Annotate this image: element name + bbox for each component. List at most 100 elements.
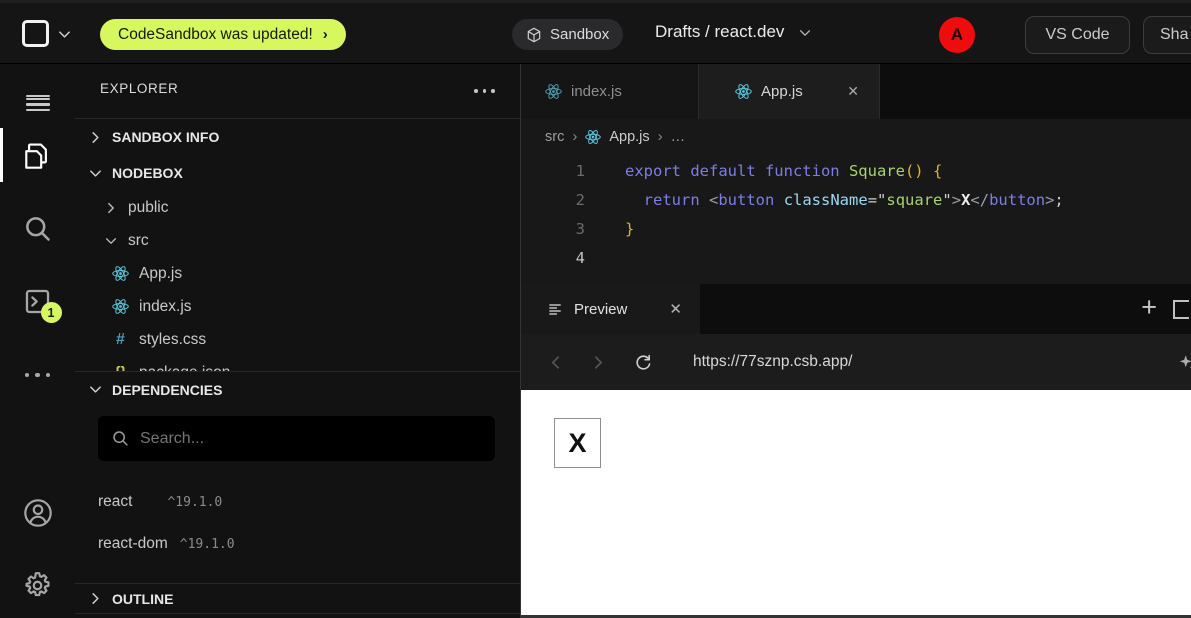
menu-icon[interactable] [23, 81, 53, 111]
tree-item-indexjs[interactable]: index.js [75, 290, 520, 323]
tab-appjs[interactable]: App.js ✕ [698, 64, 880, 119]
explorer-header: EXPLORER [75, 64, 520, 112]
react-icon [112, 265, 129, 282]
vscode-button[interactable]: VS Code [1025, 16, 1130, 54]
tab-label: index.js [571, 83, 622, 100]
codesandbox-window: CodeSandbox was updated! › Sandbox Draft… [0, 0, 1191, 618]
folder-label: src [128, 232, 149, 250]
breadcrumb-file[interactable]: App.js [609, 129, 649, 145]
activity-bar: 1 [0, 64, 75, 618]
tree-item-public[interactable]: public [75, 191, 520, 224]
close-icon[interactable]: ✕ [669, 300, 682, 318]
sandbox-badge[interactable]: Sandbox [512, 19, 623, 50]
refresh-icon[interactable] [633, 352, 653, 372]
chevron-right-icon [88, 130, 103, 145]
dependency-version: ^19.1.0 [167, 495, 222, 510]
search-icon [112, 430, 129, 447]
line-number: 2 [521, 186, 585, 215]
forward-icon[interactable] [590, 354, 607, 371]
chevron-right-icon [104, 201, 118, 215]
main-area: 1 EXPLORER SANDBOX INFO [0, 64, 1191, 618]
search-icon[interactable] [23, 214, 53, 244]
css-icon: # [112, 331, 129, 349]
preview-list-icon [548, 302, 563, 317]
update-banner-label: CodeSandbox was updated! [118, 26, 313, 44]
section-outline[interactable]: OUTLINE [75, 583, 520, 614]
breadcrumb-tail[interactable]: … [671, 129, 686, 145]
breadcrumb-root[interactable]: src [545, 129, 564, 145]
sparkle-icon[interactable] [1178, 353, 1191, 377]
section-nodebox[interactable]: NODEBOX [75, 155, 520, 191]
react-icon [735, 83, 752, 100]
file-label: index.js [139, 298, 192, 316]
project-breadcrumb[interactable]: Drafts / react.dev [655, 22, 812, 42]
terminal-icon[interactable]: 1 [23, 286, 53, 316]
close-icon[interactable]: ✕ [847, 83, 859, 100]
settings-gear-icon[interactable] [23, 570, 53, 600]
code-editor[interactable]: 1 2 3 4 export default function Square()… [521, 154, 1191, 284]
chevron-down-icon [104, 234, 118, 248]
explorer-more-actions-icon[interactable] [474, 83, 495, 93]
terminal-count-badge: 1 [41, 302, 62, 323]
file-tree: public src App.js index.js # styles.css [75, 191, 520, 371]
chevron-right-icon [88, 591, 103, 606]
react-icon [585, 129, 601, 145]
json-icon: {} [112, 364, 129, 371]
top-bar: CodeSandbox was updated! › Sandbox Draft… [0, 0, 1191, 64]
section-label: SANDBOX INFO [112, 129, 219, 145]
tree-item-src[interactable]: src [75, 224, 520, 257]
tab-label: Preview [574, 301, 627, 318]
preview-strip-actions: + [1141, 284, 1191, 334]
line-number-gutter: 1 2 3 4 [521, 154, 585, 284]
more-views-icon[interactable] [23, 360, 53, 390]
tree-item-packagejson[interactable]: {} package.json [75, 356, 520, 371]
codesandbox-logo[interactable] [22, 20, 49, 47]
share-button[interactable]: Sha [1143, 16, 1191, 54]
section-label: DEPENDENCIES [112, 382, 222, 398]
react-icon [545, 83, 562, 100]
new-tab-icon[interactable]: + [1141, 294, 1157, 321]
dependency-version: ^19.1.0 [180, 537, 235, 552]
avatar-letter: A [951, 25, 963, 45]
tab-indexjs[interactable]: index.js [521, 64, 698, 119]
code-lines: export default function Square() { retur… [585, 154, 1064, 284]
editor-pane: index.js App.js ✕ src › App.js › … 1 [521, 64, 1191, 618]
line-number: 3 [521, 215, 585, 244]
sandbox-badge-label: Sandbox [550, 26, 609, 43]
file-label: styles.css [139, 331, 206, 349]
tab-label: App.js [761, 83, 803, 100]
back-icon[interactable] [547, 354, 564, 371]
section-sandbox-info[interactable]: SANDBOX INFO [75, 118, 520, 155]
chevron-right-icon: › [572, 128, 577, 145]
section-dependencies[interactable]: DEPENDENCIES [75, 371, 520, 407]
line-number: 1 [521, 157, 585, 186]
update-banner[interactable]: CodeSandbox was updated! › [100, 19, 346, 50]
chevron-down-icon [798, 26, 812, 40]
react-icon [112, 298, 129, 315]
explorer-icon[interactable] [23, 141, 53, 171]
section-label: OUTLINE [112, 591, 173, 607]
url-address[interactable]: https://77sznp.csb.app/ [693, 353, 852, 371]
dependency-name: react-dom [98, 535, 168, 553]
explorer-sidebar: EXPLORER SANDBOX INFO NODEBOX public src [75, 64, 521, 618]
breadcrumb[interactable]: src › App.js › … [521, 119, 1191, 154]
workspace-menu-chevron-icon[interactable] [57, 27, 72, 42]
dependency-search-input[interactable] [140, 430, 481, 448]
explorer-title: EXPLORER [100, 81, 178, 96]
tree-item-stylescss[interactable]: # styles.css [75, 323, 520, 356]
avatar[interactable]: A [939, 17, 975, 53]
account-icon[interactable] [23, 498, 53, 528]
cube-icon [526, 27, 542, 43]
preview-viewport: X [521, 390, 1191, 615]
section-label: NODEBOX [112, 165, 183, 181]
split-view-icon[interactable] [1173, 300, 1189, 319]
dependency-row-react-dom[interactable]: react-dom ^19.1.0 [98, 535, 235, 553]
dependency-row-react[interactable]: react ^19.1.0 [98, 493, 222, 511]
active-view-indicator [0, 128, 3, 182]
tab-preview[interactable]: Preview ✕ [521, 284, 700, 334]
square-app-button[interactable]: X [554, 418, 601, 468]
line-number-active: 4 [521, 244, 585, 273]
project-breadcrumb-label: Drafts / react.dev [655, 22, 784, 42]
editor-tab-strip: index.js App.js ✕ [521, 64, 1191, 119]
tree-item-appjs[interactable]: App.js [75, 257, 520, 290]
